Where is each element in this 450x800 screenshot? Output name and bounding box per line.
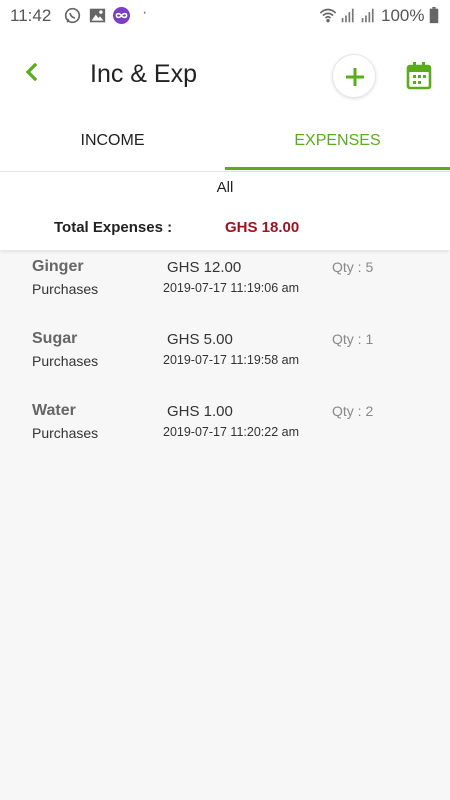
item-qty: Qty : 5 (332, 259, 374, 275)
item-amount: GHS 12.00 (167, 259, 242, 276)
item-name: Water (32, 402, 76, 419)
tab-bar: INCOME EXPENSES (0, 122, 450, 172)
filter-label[interactable]: All (0, 179, 450, 196)
app-bar: Inc & Exp (0, 32, 450, 122)
total-label: Total Expenses : (54, 219, 173, 236)
whatsapp-icon (64, 7, 81, 24)
signal-icon-2 (361, 8, 374, 23)
wifi-icon (319, 8, 337, 23)
item-amount: GHS 1.00 (167, 403, 233, 420)
item-qty: Qty : 2 (332, 403, 374, 419)
item-date: 2019-07-17 11:20:22 am (163, 425, 299, 439)
infinity-icon (113, 7, 130, 24)
active-tab-indicator (225, 167, 450, 170)
calendar-icon[interactable] (404, 60, 436, 92)
signal-icon (341, 8, 354, 23)
list-item[interactable]: Ginger Purchases GHS 12.00 2019-07-17 11… (0, 250, 450, 322)
total-value: GHS 18.00 (225, 219, 300, 236)
item-date: 2019-07-17 11:19:06 am (163, 281, 299, 295)
add-button[interactable] (332, 54, 376, 98)
item-type: Purchases (32, 281, 99, 297)
battery-icon (429, 7, 439, 24)
status-bar: 11:42 · 100% (0, 0, 450, 32)
expense-list: Ginger Purchases GHS 12.00 2019-07-17 11… (0, 250, 450, 466)
status-time: 11:42 (10, 6, 52, 25)
tab-expenses[interactable]: EXPENSES (225, 122, 450, 172)
page-title: Inc & Exp (90, 60, 197, 88)
list-item[interactable]: Sugar Purchases GHS 5.00 2019-07-17 11:1… (0, 322, 450, 394)
battery-percent: 100% (381, 6, 425, 25)
tab-income[interactable]: INCOME (0, 122, 225, 172)
notification-dot: · (142, 4, 148, 21)
item-amount: GHS 5.00 (167, 331, 233, 348)
plus-icon (346, 68, 364, 86)
item-qty: Qty : 1 (332, 331, 374, 347)
item-date: 2019-07-17 11:19:58 am (163, 353, 299, 367)
chevron-left-icon[interactable] (16, 58, 48, 90)
item-type: Purchases (32, 425, 99, 441)
summary-panel: All Total Expenses : GHS 18.00 (0, 172, 450, 250)
item-type: Purchases (32, 353, 99, 369)
gallery-icon (89, 8, 106, 23)
item-name: Sugar (32, 330, 78, 347)
list-item[interactable]: Water Purchases GHS 1.00 2019-07-17 11:2… (0, 394, 450, 466)
item-name: Ginger (32, 258, 84, 275)
